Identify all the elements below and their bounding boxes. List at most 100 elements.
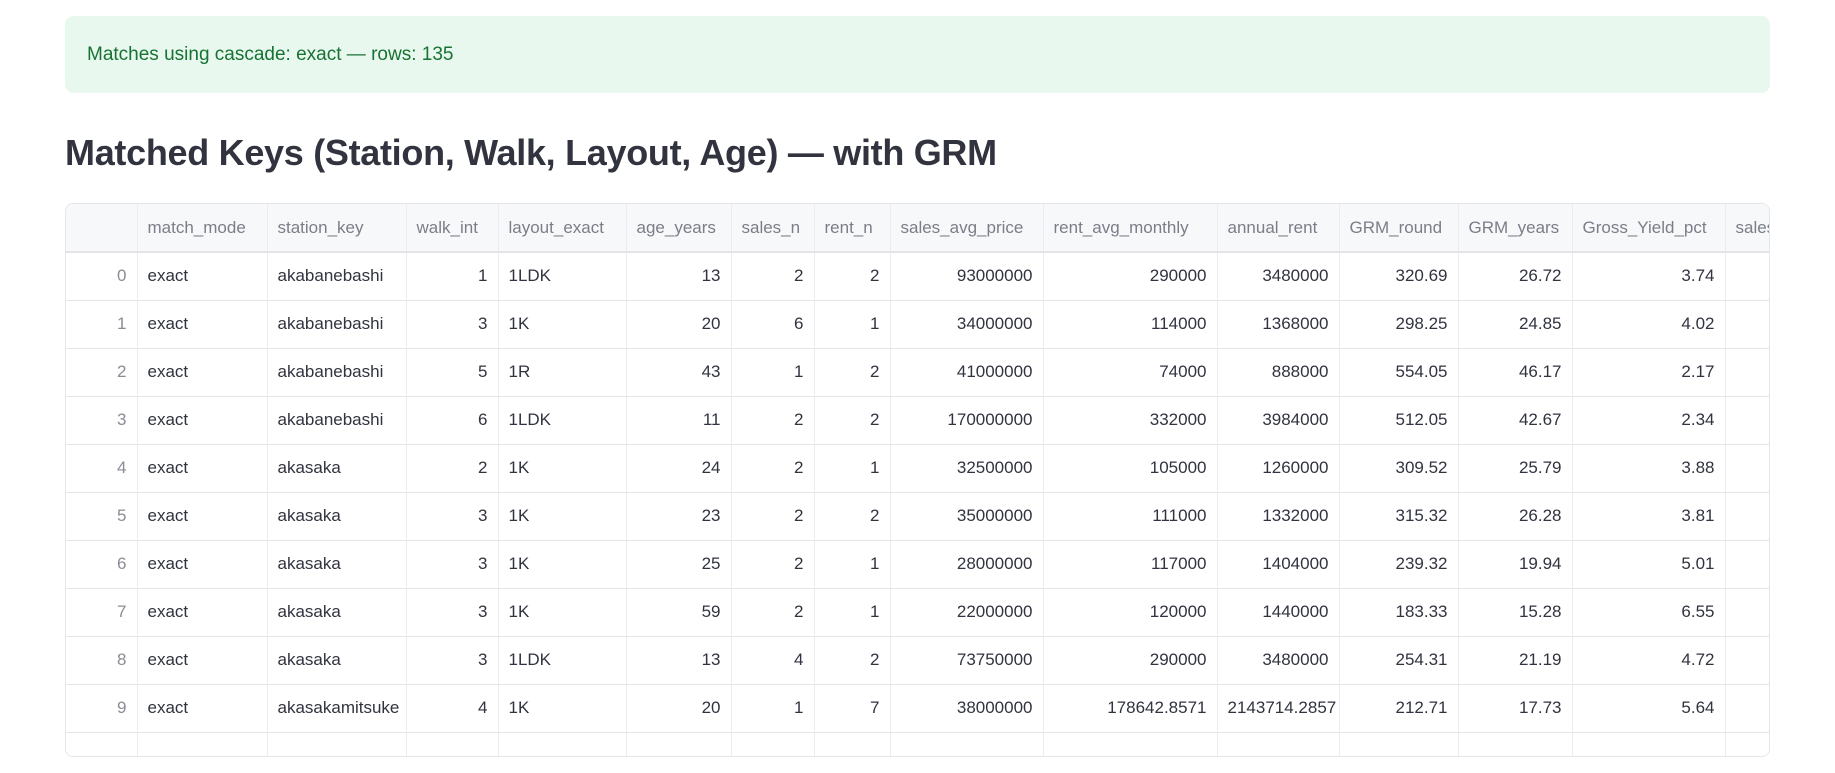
table-cell[interactable]: 15.28 — [1458, 588, 1573, 637]
table-cell[interactable]: 32500000 — [890, 444, 1044, 493]
table-cell[interactable] — [1572, 732, 1726, 756]
table-cell[interactable]: 42.67 — [1458, 396, 1573, 445]
table-cell[interactable]: 5 — [406, 348, 499, 397]
table-cell[interactable]: exact — [137, 300, 268, 349]
row-index[interactable]: 5 — [66, 492, 138, 541]
table-row[interactable]: 7 exact akasaka 3 1K 59 2 1 22000000 120000 144000… — [66, 588, 1769, 637]
column-header-age_years[interactable]: age_years — [626, 204, 732, 253]
table-cell[interactable]: 315.32 — [1339, 492, 1459, 541]
table-cell[interactable]: 117000 — [1043, 540, 1218, 589]
table-cell[interactable]: 1368000 — [1217, 300, 1340, 349]
table-cell[interactable]: 105000 — [1043, 444, 1218, 493]
table-cell[interactable]: 178642.8571 — [1043, 684, 1218, 733]
column-header-index[interactable] — [66, 204, 138, 253]
table-cell[interactable] — [498, 732, 627, 756]
table-cell[interactable]: exact — [137, 396, 268, 445]
table-cell[interactable]: 13 — [626, 252, 732, 301]
column-header-rent_n[interactable]: rent_n — [814, 204, 891, 253]
table-cell[interactable]: akabanebashi — [267, 396, 407, 445]
table-cell[interactable]: 41000000 — [890, 348, 1044, 397]
column-header-GRM_round[interactable]: GRM_round — [1339, 204, 1459, 253]
table-cell[interactable]: 24 — [626, 444, 732, 493]
table-cell[interactable]: 1K — [498, 444, 627, 493]
table-cell[interactable]: exact — [137, 684, 268, 733]
table-cell[interactable]: 3 — [406, 588, 499, 637]
table-cell[interactable] — [267, 732, 407, 756]
table-cell[interactable] — [1725, 348, 1769, 397]
table-cell[interactable]: 1 — [406, 252, 499, 301]
table-cell[interactable]: 2 — [814, 252, 891, 301]
table-cell[interactable]: 1K — [498, 588, 627, 637]
table-cell[interactable] — [406, 732, 499, 756]
table-cell[interactable]: 2 — [731, 396, 815, 445]
table-cell[interactable]: 120000 — [1043, 588, 1218, 637]
table-cell[interactable] — [1725, 684, 1769, 733]
table-cell[interactable] — [1725, 732, 1769, 756]
table-cell[interactable]: 22000000 — [890, 588, 1044, 637]
table-cell[interactable]: 26.28 — [1458, 492, 1573, 541]
table-cell[interactable]: 1LDK — [498, 636, 627, 685]
table-cell[interactable]: exact — [137, 348, 268, 397]
table-row[interactable] — [66, 732, 1769, 756]
table-cell[interactable]: 1LDK — [498, 396, 627, 445]
table-cell[interactable]: 2 — [814, 348, 891, 397]
column-header-annual_rent[interactable]: annual_rent — [1217, 204, 1340, 253]
table-cell[interactable]: 309.52 — [1339, 444, 1459, 493]
table-cell[interactable]: 73750000 — [890, 636, 1044, 685]
table-cell[interactable]: 46.17 — [1458, 348, 1573, 397]
table-cell[interactable]: 28000000 — [890, 540, 1044, 589]
table-cell[interactable]: 1440000 — [1217, 588, 1340, 637]
table-cell[interactable]: akabanebashi — [267, 252, 407, 301]
table-cell[interactable]: 1332000 — [1217, 492, 1340, 541]
table-cell[interactable]: 3 — [406, 492, 499, 541]
table-row[interactable]: 6 exact akasaka 3 1K 25 2 1 28000000 117000 140400… — [66, 540, 1769, 589]
table-cell[interactable]: 888000 — [1217, 348, 1340, 397]
column-header-walk_int[interactable]: walk_int — [406, 204, 499, 253]
table-cell[interactable]: 290000 — [1043, 252, 1218, 301]
table-cell[interactable]: 13 — [626, 636, 732, 685]
table-cell[interactable]: 1 — [814, 540, 891, 589]
table-row[interactable]: 8 exact akasaka 3 1LDK 13 4 2 73750000 290000 3480… — [66, 636, 1769, 685]
table-cell[interactable]: 4 — [731, 636, 815, 685]
table-cell[interactable]: 4 — [406, 684, 499, 733]
table-cell[interactable] — [1725, 300, 1769, 349]
table-cell[interactable]: 320.69 — [1339, 252, 1459, 301]
table-cell[interactable]: 1 — [814, 300, 891, 349]
table-cell[interactable]: akasaka — [267, 636, 407, 685]
table-cell[interactable]: 2 — [814, 636, 891, 685]
table-cell[interactable]: akasaka — [267, 492, 407, 541]
table-cell[interactable]: 1260000 — [1217, 444, 1340, 493]
table-cell[interactable]: 239.32 — [1339, 540, 1459, 589]
table-cell[interactable]: exact — [137, 588, 268, 637]
table-cell[interactable]: 1LDK — [498, 252, 627, 301]
table-cell[interactable]: 3 — [406, 300, 499, 349]
row-index[interactable]: 4 — [66, 444, 138, 493]
table-cell[interactable]: 5.01 — [1572, 540, 1726, 589]
table-cell[interactable] — [1339, 732, 1459, 756]
table-cell[interactable] — [1725, 588, 1769, 637]
table-cell[interactable]: 3 — [406, 636, 499, 685]
table-cell[interactable] — [1458, 732, 1573, 756]
table-cell[interactable]: exact — [137, 444, 268, 493]
table-cell[interactable]: akasakamitsuke — [267, 684, 407, 733]
table-cell[interactable]: 554.05 — [1339, 348, 1459, 397]
row-index[interactable]: 7 — [66, 588, 138, 637]
table-cell[interactable]: exact — [137, 540, 268, 589]
row-index[interactable]: 2 — [66, 348, 138, 397]
table-cell[interactable]: akasaka — [267, 444, 407, 493]
row-index[interactable] — [66, 732, 138, 756]
table-cell[interactable]: 2 — [731, 252, 815, 301]
data-table[interactable]: match_mode station_key walk_int layout_exac… — [65, 203, 1770, 757]
table-cell[interactable]: 1K — [498, 540, 627, 589]
table-cell[interactable]: 6 — [731, 300, 815, 349]
table-cell[interactable]: akabanebashi — [267, 348, 407, 397]
table-cell[interactable] — [1725, 444, 1769, 493]
table-cell[interactable]: 5.64 — [1572, 684, 1726, 733]
table-cell[interactable]: 21.19 — [1458, 636, 1573, 685]
table-row[interactable]: 3 exact akabanebashi 6 1LDK 11 2 2 170000000 3320… — [66, 396, 1769, 445]
table-cell[interactable]: 3984000 — [1217, 396, 1340, 445]
table-cell[interactable]: 3480000 — [1217, 252, 1340, 301]
table-cell[interactable]: 3.81 — [1572, 492, 1726, 541]
table-cell[interactable]: 35000000 — [890, 492, 1044, 541]
row-index[interactable]: 1 — [66, 300, 138, 349]
